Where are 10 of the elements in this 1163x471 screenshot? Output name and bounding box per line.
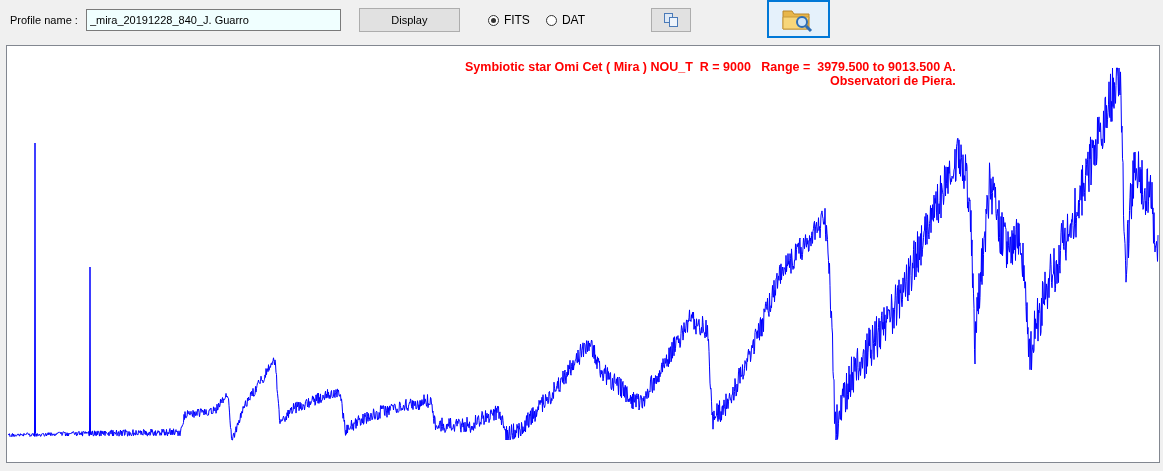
display-button[interactable]: Display <box>358 8 460 32</box>
copy-icon <box>663 12 679 28</box>
profile-name-label: Profile name : <box>10 14 78 26</box>
plot-caption: Symbiotic star Omi Cet ( Mira ) NOU_T R = 9000 Range = 3979.500 to 9013.500 A. <box>465 60 956 74</box>
format-radio[interactable]: FITS <box>487 13 530 27</box>
plot-caption: Observatori de Piera. <box>829 74 956 88</box>
format-radio[interactable]: DAT <box>545 13 585 27</box>
copy-button[interactable] <box>651 8 691 32</box>
open-folder-button[interactable] <box>767 0 830 38</box>
profile-name-field[interactable]: _mira_20191228_840_J. Guarro <box>85 9 341 31</box>
